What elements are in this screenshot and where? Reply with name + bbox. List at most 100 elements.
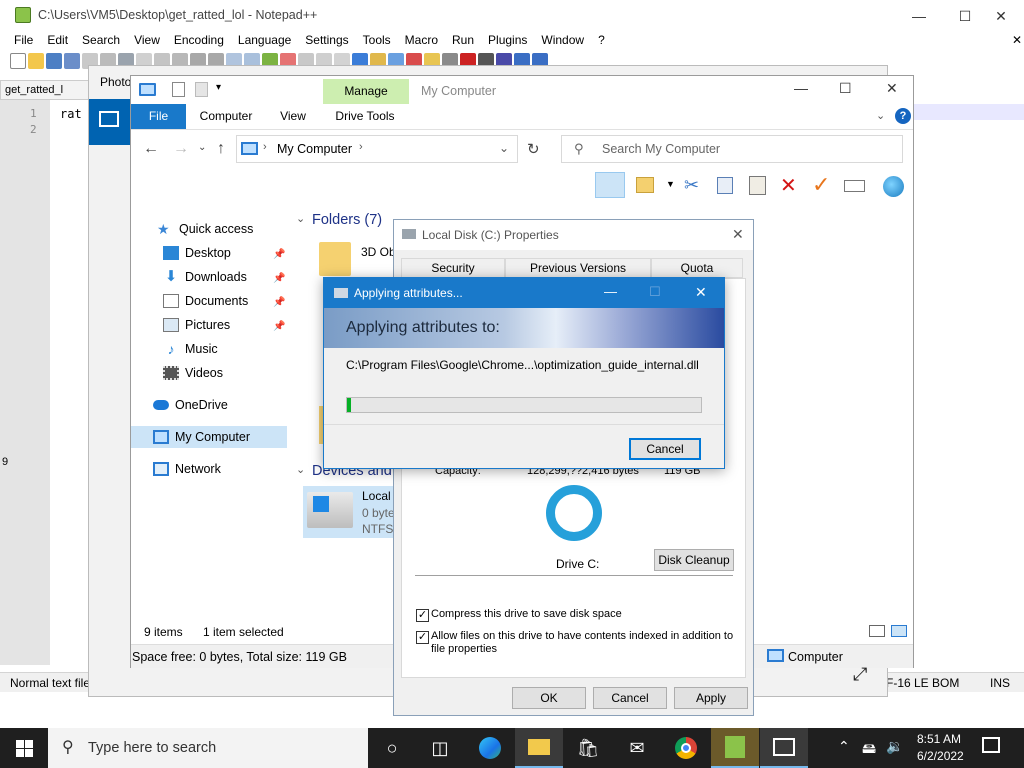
pin-icon[interactable]: 📌 <box>273 273 285 284</box>
collapse-chevron-icon[interactable]: ⌄ <box>296 463 305 476</box>
check-icon[interactable]: ✓ <box>812 172 830 198</box>
maximize-icon[interactable]: ☐ <box>649 284 661 300</box>
menu-run[interactable]: Run <box>445 32 481 50</box>
close-icon[interactable]: ✕ <box>978 0 1024 32</box>
menu-view[interactable]: View <box>127 32 167 50</box>
close-icon[interactable]: ✕ <box>886 80 898 97</box>
refresh-icon[interactable]: ↻ <box>527 140 540 158</box>
new-folder-quick-icon[interactable] <box>195 82 208 97</box>
menu-help[interactable]: ? <box>591 32 612 50</box>
taskbar-search-box[interactable]: ⚲ Type here to search <box>48 728 368 768</box>
rename-icon[interactable] <box>844 180 865 192</box>
cortana-button[interactable]: ○ <box>368 728 416 768</box>
large-icons-view-icon[interactable] <box>891 625 907 637</box>
tab-file[interactable]: File <box>131 104 186 129</box>
nav-onedrive[interactable]: OneDrive <box>153 394 228 416</box>
nav-music[interactable]: ♪ Music <box>163 338 218 360</box>
close-icon[interactable]: ✕ <box>732 226 744 243</box>
menu-language[interactable]: Language <box>231 32 298 50</box>
folders-group-header[interactable]: Folders (7) <box>312 212 382 228</box>
compress-checkbox[interactable]: ✓ <box>416 609 429 622</box>
tab-previous-versions[interactable]: Previous Versions <box>505 258 651 278</box>
nav-quick-access[interactable]: ★ Quick access <box>157 218 253 240</box>
forward-arrow-icon[interactable]: → <box>173 140 189 158</box>
preview-pane-icon[interactable] <box>595 172 625 198</box>
mail-icon[interactable]: ✉ <box>613 728 661 768</box>
tab-drive-tools[interactable]: Drive Tools <box>327 104 403 129</box>
start-button[interactable] <box>0 728 48 768</box>
quick-access-dropdown-icon[interactable]: ▾ <box>216 82 221 93</box>
nav-downloads[interactable]: ⬇ Downloads <box>163 266 247 288</box>
clock-time[interactable]: 8:51 AM <box>917 732 961 746</box>
ribbon-collapse-icon[interactable]: ⌄ <box>876 109 885 122</box>
address-dropdown-icon[interactable]: ⌄ <box>499 141 509 155</box>
minimize-icon[interactable]: — <box>896 0 942 32</box>
save-icon[interactable] <box>46 53 62 69</box>
properties-quick-icon[interactable] <box>172 82 185 97</box>
nav-pictures[interactable]: Pictures <box>163 314 230 336</box>
drive-c-item[interactable]: Local 0 byte NTFS <box>303 486 395 538</box>
back-arrow-icon[interactable]: ← <box>143 140 159 158</box>
tab-computer[interactable]: Computer <box>193 104 259 129</box>
nav-my-computer[interactable]: My Computer <box>131 426 287 448</box>
minimize-icon[interactable]: — <box>604 284 617 299</box>
nav-desktop[interactable]: Desktop <box>163 242 231 264</box>
delete-icon[interactable]: ✕ <box>780 173 797 198</box>
pin-icon[interactable]: 📌 <box>273 249 285 260</box>
notepadpp-taskbar-icon[interactable] <box>711 728 759 768</box>
index-label[interactable]: Allow files on this drive to have conten… <box>431 630 736 656</box>
copy-icon[interactable] <box>717 177 733 194</box>
address-bar[interactable]: › My Computer › ⌄ <box>236 135 518 163</box>
folder-icon[interactable] <box>319 242 351 276</box>
notifications-icon[interactable] <box>982 737 1000 753</box>
new-item-icon[interactable] <box>636 177 654 193</box>
disk-cleanup-button[interactable]: Disk Cleanup <box>654 549 734 571</box>
menu-edit[interactable]: Edit <box>40 32 75 50</box>
notepadpp-tab[interactable]: get_ratted_l <box>0 80 100 100</box>
resize-arrow-icon[interactable]: ⤢ <box>853 664 867 685</box>
cut-icon[interactable]: ✂ <box>684 175 699 196</box>
compress-label[interactable]: Compress this drive to save disk space <box>431 608 622 620</box>
show-hidden-icons-icon[interactable]: ⌃ <box>838 738 850 755</box>
cancel-button[interactable]: Cancel <box>593 687 667 709</box>
open-file-icon[interactable] <box>28 53 44 69</box>
index-checkbox[interactable]: ✓ <box>416 631 429 644</box>
menu-encoding[interactable]: Encoding <box>167 32 231 50</box>
volume-icon[interactable]: 🔉 <box>886 738 903 755</box>
nav-network[interactable]: Network <box>153 458 221 480</box>
collapse-chevron-icon[interactable]: ⌄ <box>296 212 305 225</box>
apply-button[interactable]: Apply <box>674 687 748 709</box>
menu-settings[interactable]: Settings <box>298 32 355 50</box>
help-icon[interactable]: ? <box>895 108 911 124</box>
notepadpp-titlebar[interactable]: C:\Users\VM5\Desktop\get_ratted_lol - No… <box>0 0 1024 32</box>
new-item-dropdown-icon[interactable]: ▼ <box>666 179 675 189</box>
globe-icon[interactable] <box>883 176 904 197</box>
pin-icon[interactable]: 📌 <box>273 297 285 308</box>
file-explorer-taskbar-icon[interactable] <box>515 728 563 768</box>
menu-file[interactable]: File <box>0 32 40 50</box>
manage-context-tab[interactable]: Manage <box>323 79 409 104</box>
ok-button[interactable]: OK <box>512 687 586 709</box>
properties-titlebar[interactable]: Local Disk (C:) Properties ✕ <box>394 220 753 250</box>
apply-cancel-button[interactable]: Cancel <box>629 438 701 460</box>
close-icon[interactable]: ✕ <box>695 284 707 301</box>
apply-titlebar[interactable]: Applying attributes... — ☐ ✕ <box>324 278 724 308</box>
pin-icon[interactable]: 📌 <box>273 321 285 332</box>
nav-videos[interactable]: Videos <box>163 362 223 384</box>
nav-documents[interactable]: Documents <box>163 290 248 312</box>
store-icon[interactable]: 🛍 <box>564 728 612 768</box>
recent-locations-icon[interactable]: ⌄ <box>198 142 206 153</box>
maximize-icon[interactable]: ☐ <box>839 80 852 97</box>
menu-plugins[interactable]: Plugins <box>481 32 534 50</box>
paste-icon[interactable] <box>749 176 766 195</box>
tab-security[interactable]: Security <box>401 258 505 278</box>
close-tab-icon[interactable]: ✕ <box>1012 33 1022 47</box>
editor-text[interactable]: rat <box>60 106 82 122</box>
photos-nav-pane[interactable] <box>89 99 131 145</box>
menu-window[interactable]: Window <box>534 32 591 50</box>
photos-taskbar-icon[interactable] <box>760 728 808 768</box>
folder-name[interactable]: 3D Ob <box>361 245 396 259</box>
details-view-icon[interactable] <box>869 625 885 637</box>
save-all-icon[interactable] <box>64 53 80 69</box>
search-box[interactable]: ⚲ Search My Computer <box>561 135 903 163</box>
